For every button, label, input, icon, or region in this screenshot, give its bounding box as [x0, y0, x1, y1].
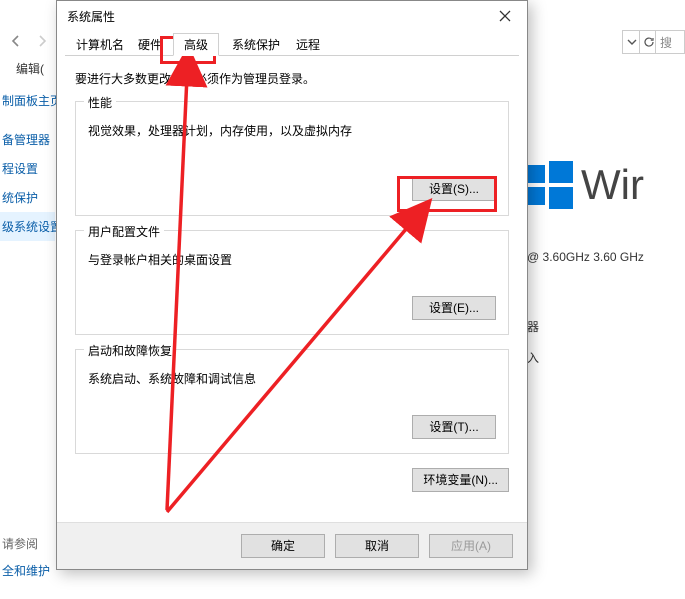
windows-logo: Wir: [525, 150, 685, 220]
search-input[interactable]: 搜: [655, 30, 685, 54]
performance-desc: 视觉效果，处理器计划，内存使用，以及虚拟内存: [88, 122, 496, 139]
startup-recovery-settings-button[interactable]: 设置(T)...: [412, 415, 496, 439]
close-button[interactable]: [483, 1, 527, 31]
close-icon: [499, 10, 511, 22]
tab-hardware[interactable]: 硬件: [127, 33, 173, 55]
info-line-1: 器: [527, 318, 685, 335]
environment-variables-button[interactable]: 环境变量(N)...: [412, 468, 509, 492]
performance-settings-button[interactable]: 设置(S)...: [412, 177, 496, 201]
user-profiles-settings-button[interactable]: 设置(E)...: [412, 296, 496, 320]
toolbar-edit-menu[interactable]: 编辑(: [16, 60, 44, 77]
system-properties-dialog: 系统属性 计算机名 硬件 高级 系统保护 远程 要进行大多数更改，你必须作为管理…: [56, 0, 528, 570]
nav-forward-icon: [32, 31, 52, 51]
tabstrip: 计算机名 硬件 高级 系统保护 远程: [65, 31, 519, 56]
user-profiles-group: 用户配置文件 与登录帐户相关的桌面设置 设置(E)...: [75, 230, 509, 335]
tab-system-protection[interactable]: 系统保护: [221, 33, 291, 55]
cancel-button[interactable]: 取消: [335, 534, 419, 558]
windows-brand-text: Wir: [581, 161, 644, 209]
user-profiles-desc: 与登录帐户相关的桌面设置: [88, 251, 496, 268]
cpu-info: @ 3.60GHz 3.60 GHz: [527, 250, 685, 264]
startup-recovery-group: 启动和故障恢复 系统启动、系统故障和调试信息 设置(T)...: [75, 349, 509, 454]
see-also-label: 请参阅: [2, 535, 50, 552]
sidebar-item-advanced-system-settings[interactable]: 级系统设置: [0, 212, 55, 241]
sidebar-item-system-protection[interactable]: 统保护: [0, 183, 55, 212]
tab-advanced[interactable]: 高级: [173, 33, 219, 56]
tab-computer-name[interactable]: 计算机名: [65, 33, 135, 55]
apply-button: 应用(A): [429, 534, 513, 558]
sidebar-item-control-panel-home[interactable]: 制面板主页: [0, 86, 55, 115]
performance-group: 性能 视觉效果，处理器计划，内存使用，以及虚拟内存 设置(S)...: [75, 101, 509, 216]
startup-recovery-desc: 系统启动、系统故障和调试信息: [88, 370, 496, 387]
nav-back-icon[interactable]: [6, 31, 26, 51]
user-profiles-group-title: 用户配置文件: [84, 223, 164, 240]
performance-group-title: 性能: [84, 94, 116, 111]
ok-button[interactable]: 确定: [241, 534, 325, 558]
sidebar-item-device-manager[interactable]: 备管理器: [0, 125, 55, 154]
sidebar-item-remote-settings[interactable]: 程设置: [0, 154, 55, 183]
tab-remote[interactable]: 远程: [285, 33, 331, 55]
info-line-2: 入: [527, 349, 685, 366]
startup-recovery-group-title: 启动和故障恢复: [84, 342, 176, 359]
dialog-title: 系统属性: [67, 8, 483, 25]
security-maintenance-link[interactable]: 全和维护: [2, 562, 50, 579]
admin-required-text: 要进行大多数更改，你必须作为管理员登录。: [75, 70, 509, 87]
